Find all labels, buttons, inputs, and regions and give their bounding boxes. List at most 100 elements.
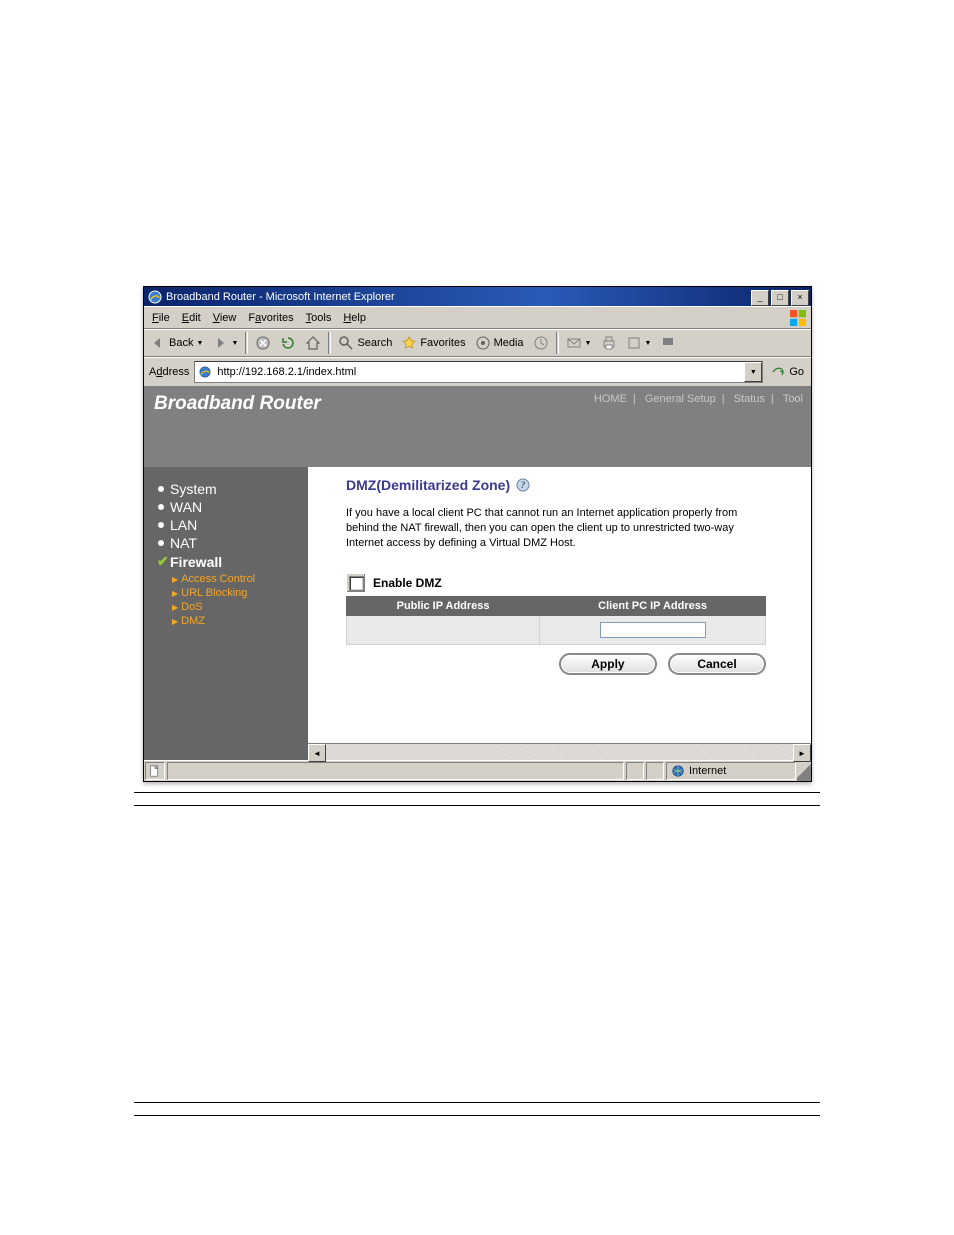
close-button[interactable]: × <box>791 290 809 306</box>
nav-status[interactable]: Status <box>731 393 768 405</box>
address-input[interactable] <box>215 365 744 379</box>
media-icon <box>475 335 491 351</box>
triangle-icon: ▶ <box>172 589 178 598</box>
home-icon <box>305 335 321 351</box>
horizontal-scrollbar[interactable]: ◄ ► <box>308 743 811 760</box>
ie-icon <box>147 289 163 305</box>
menu-view[interactable]: View <box>207 310 243 326</box>
ie-window: Broadband Router - Microsoft Internet Ex… <box>143 286 812 782</box>
home-button[interactable] <box>301 331 325 355</box>
enable-dmz-checkbox-frame[interactable] <box>346 573 366 593</box>
check-icon: ✔ <box>157 553 165 570</box>
go-label: Go <box>789 366 804 378</box>
sidebar-sub-access-control[interactable]: ▶Access Control <box>144 572 308 586</box>
status-text <box>167 762 624 780</box>
sidebar-item-wan[interactable]: WAN <box>144 499 308 517</box>
search-button[interactable]: Search <box>334 331 396 355</box>
sidebar-item-nat[interactable]: NAT <box>144 535 308 553</box>
maximize-button[interactable]: □ <box>771 290 789 306</box>
back-icon <box>150 335 166 351</box>
menu-favorites[interactable]: Favorites <box>242 310 299 326</box>
enable-dmz-checkbox[interactable] <box>349 576 364 591</box>
help-icon[interactable]: ? <box>516 478 530 492</box>
nav-tool[interactable]: Tool <box>780 393 806 405</box>
enable-dmz-label: Enable DMZ <box>373 576 442 590</box>
col-public-ip: Public IP Address <box>347 597 540 616</box>
scroll-right-button[interactable]: ► <box>793 744 811 762</box>
favorites-label: Favorites <box>420 337 465 349</box>
router-title: Broadband Router <box>154 393 321 415</box>
dmz-title: DMZ(Demilitarized Zone) <box>346 477 510 493</box>
refresh-icon <box>280 335 296 351</box>
sidebar-item-lan[interactable]: LAN <box>144 517 308 535</box>
menu-bar: File Edit View Favorites Tools Help <box>144 306 811 329</box>
menu-file[interactable]: File <box>146 310 176 326</box>
resize-grip[interactable] <box>797 761 811 781</box>
window-title: Broadband Router - Microsoft Internet Ex… <box>166 291 749 303</box>
sidebar-sub-dmz[interactable]: ▶DMZ <box>144 614 308 628</box>
print-button[interactable] <box>597 331 621 355</box>
triangle-icon: ▶ <box>172 617 178 626</box>
back-label: Back <box>169 337 193 349</box>
status-zone-label: Internet <box>689 765 726 777</box>
stop-button[interactable] <box>251 331 275 355</box>
history-button[interactable] <box>529 331 553 355</box>
sidebar-item-firewall[interactable]: ✔Firewall <box>144 553 308 572</box>
favorites-icon <box>401 335 417 351</box>
media-button[interactable]: Media <box>471 331 528 355</box>
address-bar: Address ▼ Go <box>144 357 811 387</box>
favorites-button[interactable]: Favorites <box>397 331 469 355</box>
menu-help[interactable]: Help <box>337 310 372 326</box>
cell-public-ip <box>347 616 540 645</box>
minimize-button[interactable]: _ <box>751 290 769 306</box>
page-icon <box>197 364 213 380</box>
address-dropdown-button[interactable]: ▼ <box>744 362 762 382</box>
triangle-icon: ▶ <box>172 575 178 584</box>
menu-tools[interactable]: Tools <box>300 310 338 326</box>
scroll-track[interactable] <box>326 744 793 760</box>
history-icon <box>533 335 549 351</box>
back-button[interactable]: Back ▼ <box>146 331 207 355</box>
dmz-table: Public IP Address Client PC IP Address <box>346 596 766 645</box>
cancel-button[interactable]: Cancel <box>668 653 766 675</box>
menu-edit[interactable]: Edit <box>176 310 207 326</box>
content-area: Broadband Router HOME| General Setup| St… <box>144 387 811 760</box>
refresh-button[interactable] <box>276 331 300 355</box>
status-divider-2 <box>646 762 664 780</box>
cell-client-ip <box>540 616 766 645</box>
sidebar-sub-dos[interactable]: ▶DoS <box>144 600 308 614</box>
sidebar-sub-url-blocking[interactable]: ▶URL Blocking <box>144 586 308 600</box>
go-icon <box>770 364 786 380</box>
toolbar: Back ▼ ▼ Search <box>144 329 811 357</box>
router-header: Broadband Router HOME| General Setup| St… <box>144 387 811 467</box>
forward-button[interactable]: ▼ <box>208 331 242 355</box>
apply-button[interactable]: Apply <box>559 653 657 675</box>
nav-general-setup[interactable]: General Setup <box>642 393 719 405</box>
table-row <box>347 616 766 645</box>
sidebar: System WAN LAN NAT ✔Firewall ▶Access Con… <box>144 467 308 760</box>
discuss-button[interactable] <box>657 331 681 355</box>
internet-zone-icon <box>671 764 685 778</box>
section-title: DMZ(Demilitarized Zone) ? <box>346 477 781 493</box>
discuss-icon <box>661 335 677 351</box>
section-description: If you have a local client PC that canno… <box>346 506 766 551</box>
edit-button[interactable]: ▼ <box>622 331 656 355</box>
main-panel: DMZ(Demilitarized Zone) ? If you have a … <box>308 467 811 760</box>
scroll-left-button[interactable]: ◄ <box>308 744 326 762</box>
status-bar: Internet <box>144 760 811 781</box>
edit-app-icon <box>626 335 642 351</box>
col-client-ip: Client PC IP Address <box>540 597 766 616</box>
nav-home[interactable]: HOME <box>591 393 630 405</box>
status-zone: Internet <box>666 762 796 780</box>
client-ip-input[interactable] <box>600 622 706 638</box>
title-bar: Broadband Router - Microsoft Internet Ex… <box>144 287 811 306</box>
mail-button[interactable]: ▼ <box>562 331 596 355</box>
search-label: Search <box>357 337 392 349</box>
mail-icon <box>566 335 582 351</box>
stop-icon <box>255 335 271 351</box>
sidebar-item-system[interactable]: System <box>144 481 308 499</box>
media-label: Media <box>494 337 524 349</box>
go-button[interactable]: Go <box>766 364 808 380</box>
address-field[interactable]: ▼ <box>194 361 763 383</box>
print-icon <box>601 335 617 351</box>
